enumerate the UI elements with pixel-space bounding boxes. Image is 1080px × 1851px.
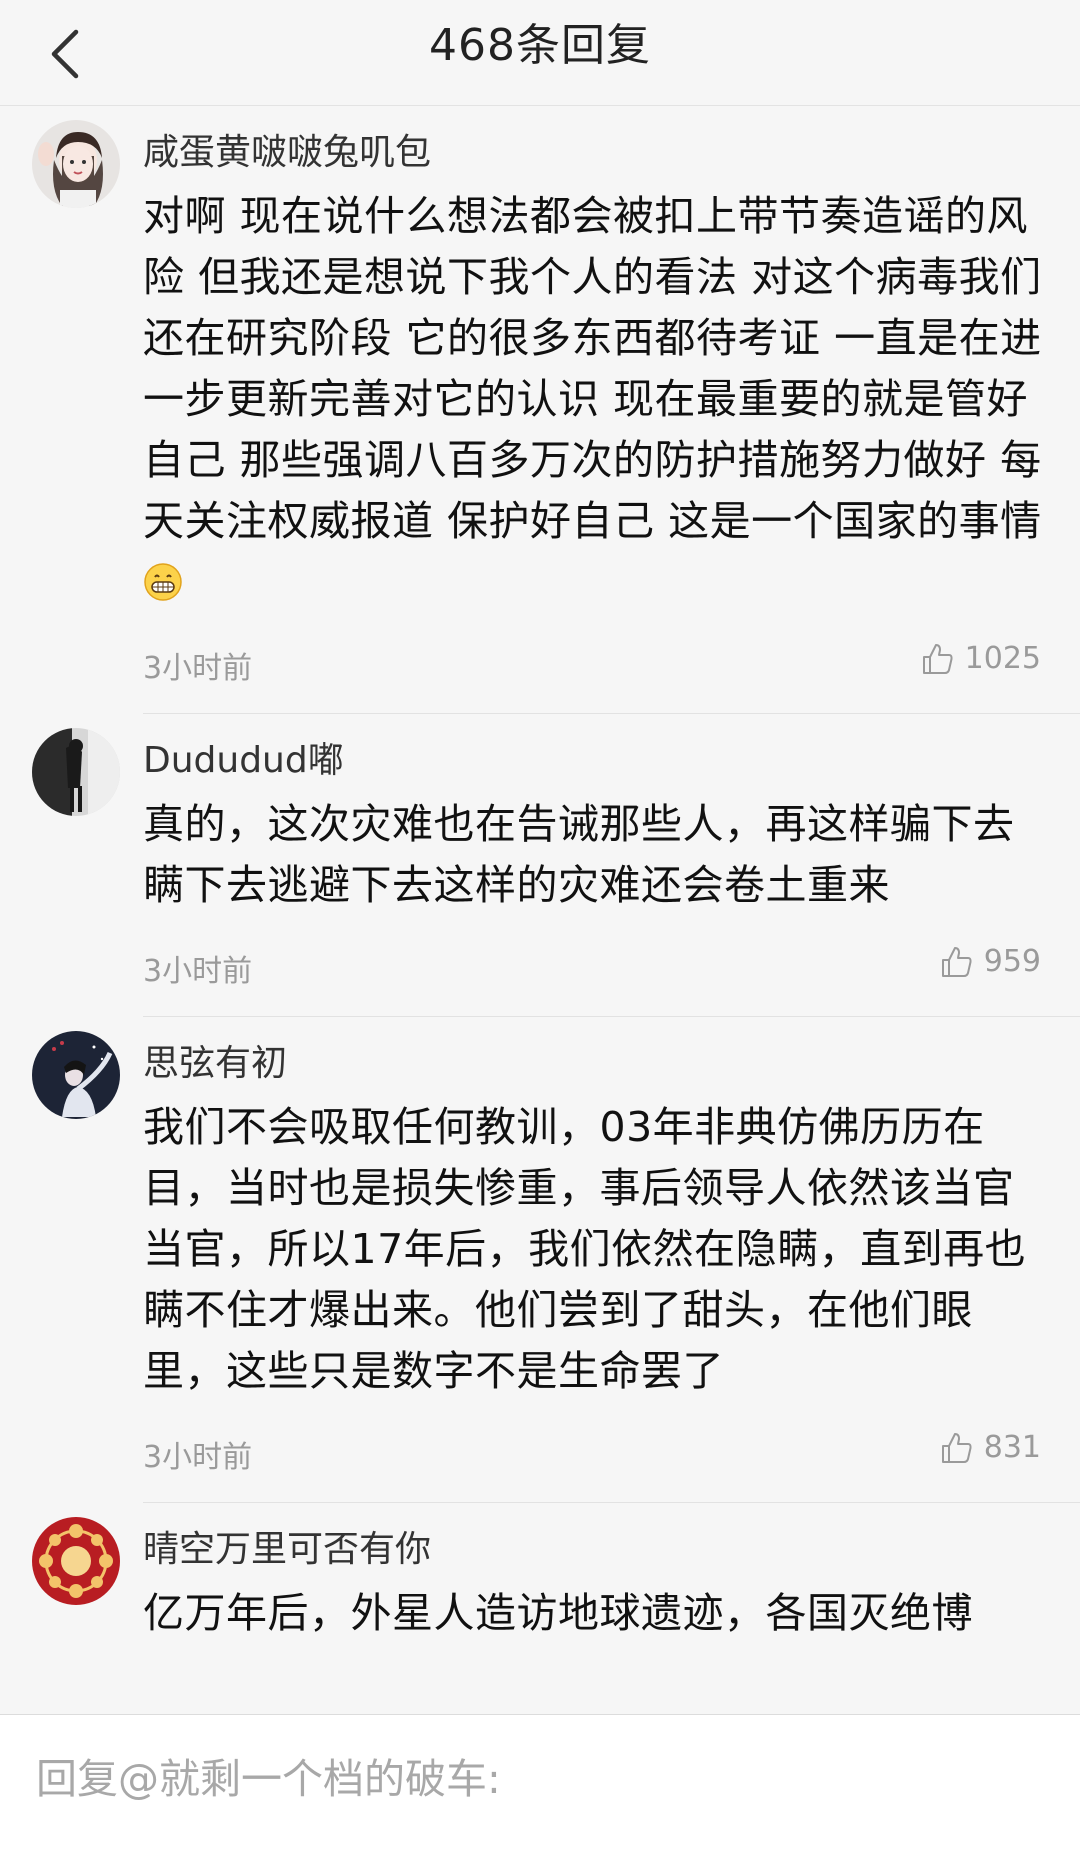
comment-text: 对啊 现在说什么想法都会被扣上带节奏造谣的风险 但我还是想说下我个人的看法 对这… <box>143 186 1044 613</box>
page-title: 468条回复 <box>429 20 651 71</box>
comment-text: 亿万年后，外星人造访地球遗迹，各国灭绝博 <box>143 1589 973 1637</box>
username[interactable]: 咸蛋黄啵啵兔叽包 <box>143 106 1044 178</box>
avatar[interactable] <box>32 728 120 816</box>
like-count: 831 <box>983 1430 1041 1465</box>
comment-item: 晴空万里可否有你 亿万年后，外星人造访地球遗迹，各国灭绝博 <box>0 1503 1080 1644</box>
comment-text: 真的，这次灾难也在告诫那些人，再这样骗下去瞒下去逃避下去这样的灾难还会卷土重来 <box>143 800 1015 909</box>
comment-item: 思弦有初 我们不会吸取任何教训，03年非典仿佛历历在目，当时也是损失惨重，事后领… <box>0 1017 1080 1502</box>
username[interactable]: 思弦有初 <box>143 1017 1044 1089</box>
comment-body: 对啊 现在说什么想法都会被扣上带节奏造谣的风险 但我还是想说下我个人的看法 对这… <box>143 192 1042 545</box>
like-count: 959 <box>983 944 1041 979</box>
thumbs-up-icon <box>922 643 953 674</box>
top-bar: 468条回复 <box>0 0 1080 106</box>
username[interactable]: 晴空万里可否有你 <box>143 1503 1044 1575</box>
comment-item: 咸蛋黄啵啵兔叽包 对啊 现在说什么想法都会被扣上带节奏造谣的风险 但我还是想说下… <box>0 106 1080 713</box>
like-button[interactable]: 1025 <box>921 641 1041 676</box>
timestamp: 3小时前 <box>143 954 253 989</box>
avatar[interactable] <box>32 1031 120 1119</box>
reply-bar <box>0 1714 1080 1851</box>
comment-list[interactable]: 咸蛋黄啵啵兔叽包 对啊 现在说什么想法都会被扣上带节奏造谣的风险 但我还是想说下… <box>0 106 1080 1714</box>
comment-meta: 3小时前 1025 <box>143 613 1044 713</box>
timestamp: 3小时前 <box>143 651 253 686</box>
timestamp: 3小时前 <box>143 1440 253 1475</box>
thumbs-up-icon <box>941 946 972 977</box>
avatar[interactable] <box>32 1517 120 1605</box>
comment-text: 我们不会吸取任何教训，03年非典仿佛历历在目，当时也是损失惨重，事后领导人依然该… <box>143 1103 1027 1395</box>
like-count: 1025 <box>964 641 1041 676</box>
grinning-face-emoji-icon <box>144 563 182 601</box>
comment-meta: 3小时前 831 <box>143 1402 1044 1502</box>
like-button[interactable]: 831 <box>940 1430 1041 1465</box>
like-button[interactable]: 959 <box>940 944 1041 979</box>
username[interactable]: Dududud嘟 <box>143 714 1044 786</box>
comment-item: Dududud嘟 真的，这次灾难也在告诫那些人，再这样骗下去瞒下去逃避下去这样的… <box>0 714 1080 1016</box>
comment-meta: 3小时前 959 <box>143 916 1044 1016</box>
thumbs-up-icon <box>941 1432 972 1463</box>
reply-input[interactable] <box>34 1743 1048 1815</box>
avatar[interactable] <box>32 120 120 208</box>
